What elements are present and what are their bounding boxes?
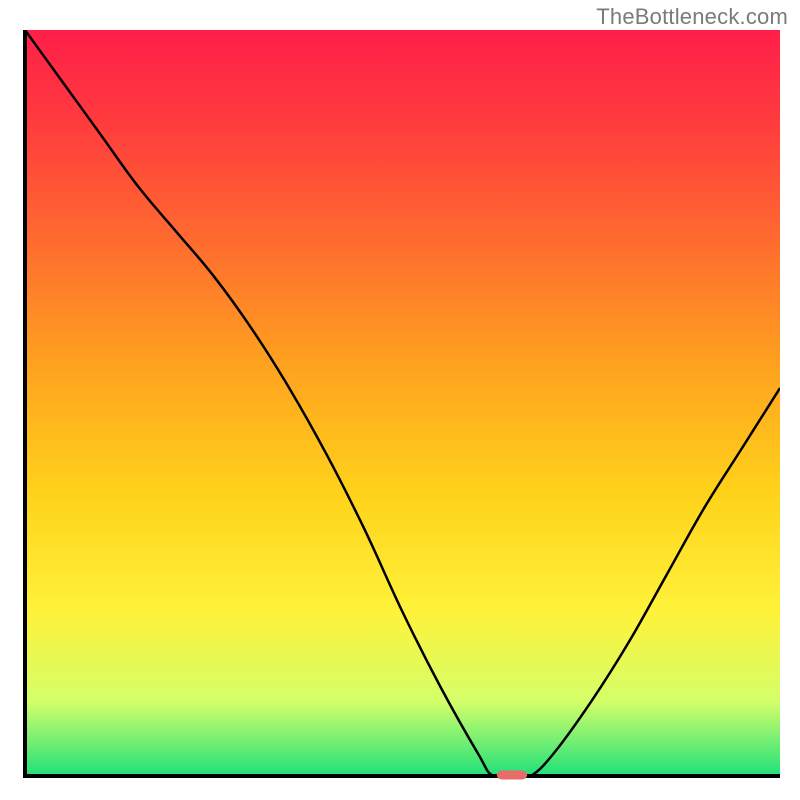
plot-background [25,30,780,776]
bottleneck-chart [0,0,800,800]
minimum-marker [497,771,527,780]
attribution-label: TheBottleneck.com [596,4,788,30]
chart-container: TheBottleneck.com [0,0,800,800]
